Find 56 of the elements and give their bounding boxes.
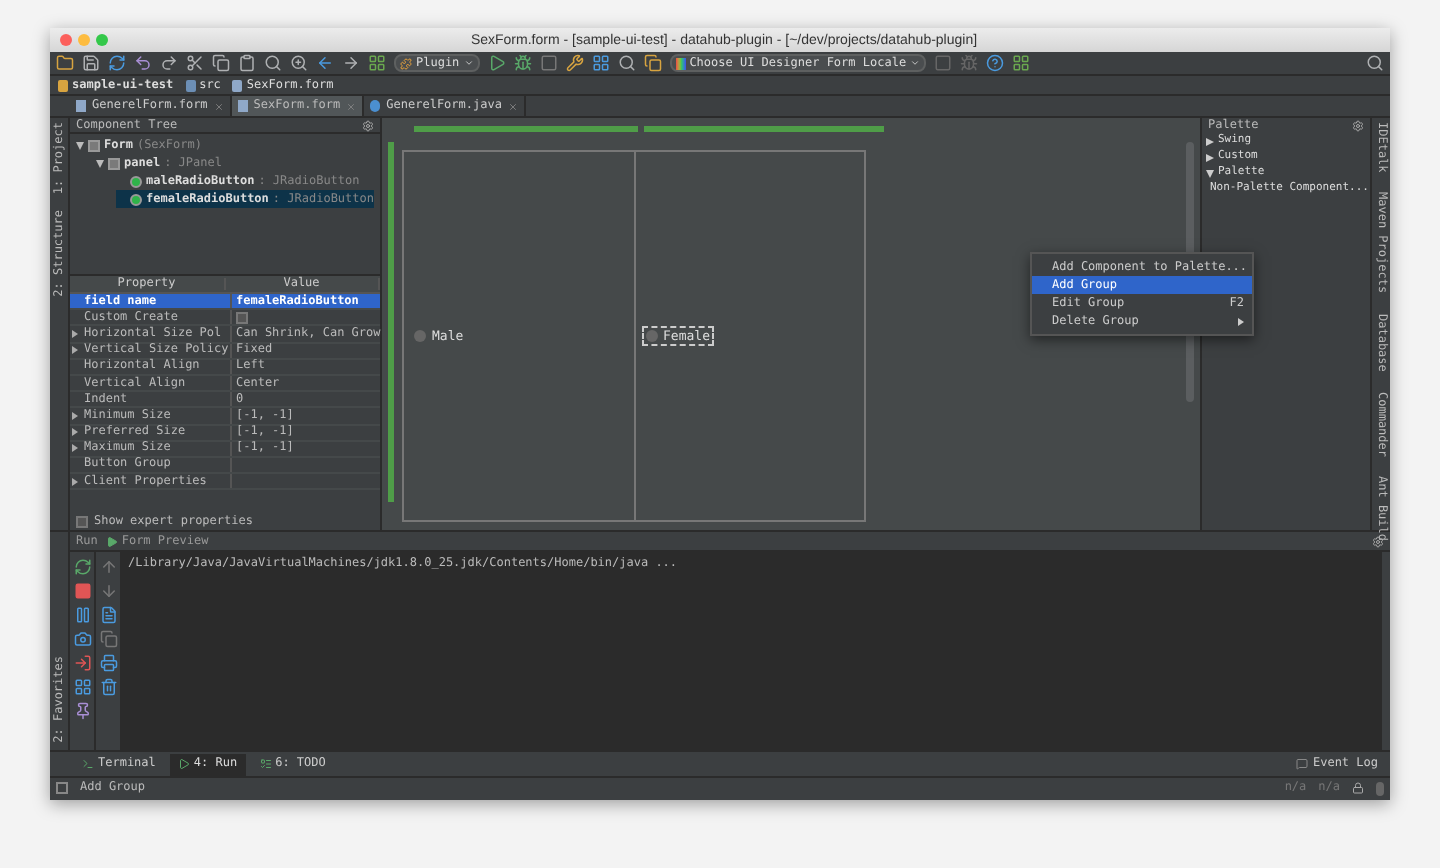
redo-icon[interactable] <box>160 54 178 72</box>
expert-checkbox[interactable] <box>76 515 88 527</box>
run-icon[interactable] <box>487 54 506 72</box>
run-icon <box>177 758 190 770</box>
settings-icon[interactable] <box>1352 120 1364 132</box>
copy-icon[interactable] <box>212 54 230 72</box>
folder-icon[interactable] <box>56 54 74 72</box>
expand-triangle-icon[interactable] <box>72 411 78 420</box>
debug-icon[interactable] <box>513 54 532 72</box>
zoom-icon[interactable] <box>290 54 308 72</box>
forward-icon[interactable] <box>342 54 360 72</box>
wrench-icon[interactable] <box>565 54 584 72</box>
message-icon <box>1296 758 1309 770</box>
caret-icon <box>910 58 921 68</box>
structure-icon[interactable] <box>1012 54 1031 72</box>
stop-icon[interactable] <box>539 54 558 72</box>
settings-icon[interactable] <box>362 119 374 131</box>
save-icon[interactable] <box>82 54 100 72</box>
file-icon <box>370 100 381 112</box>
lock-icon[interactable] <box>1352 782 1364 794</box>
refresh-icon[interactable] <box>108 54 126 72</box>
exit-icon[interactable] <box>73 654 91 672</box>
caret-icon <box>463 58 474 68</box>
down-arrow-icon[interactable] <box>99 582 117 600</box>
expand-triangle-icon[interactable] <box>72 477 78 486</box>
run-icon <box>105 535 118 547</box>
terminal-icon <box>82 758 94 770</box>
structure-icon[interactable] <box>591 54 610 72</box>
pause-icon[interactable] <box>73 606 91 624</box>
rerun-icon[interactable] <box>73 558 91 576</box>
property-checkbox[interactable] <box>236 311 248 324</box>
locale-icon <box>675 57 686 69</box>
close-window-button[interactable] <box>60 34 72 46</box>
print-icon[interactable] <box>99 654 117 672</box>
expand-triangle-icon[interactable] <box>72 346 78 355</box>
undo-icon[interactable] <box>134 54 152 72</box>
up-arrow-icon[interactable] <box>99 558 117 576</box>
search-icon[interactable] <box>264 54 282 72</box>
expand-triangle-icon[interactable] <box>72 428 78 437</box>
expand-triangle-icon[interactable] <box>72 329 78 338</box>
pin-icon[interactable] <box>73 702 91 720</box>
expand-triangle-icon[interactable] <box>1206 170 1214 178</box>
trash-icon[interactable] <box>99 678 117 696</box>
back-icon[interactable] <box>316 54 334 72</box>
cut-icon[interactable] <box>186 54 204 72</box>
help-icon[interactable] <box>986 54 1005 72</box>
stop-icon[interactable] <box>73 582 91 600</box>
plugin-icon <box>400 57 412 69</box>
expand-triangle-icon[interactable] <box>1206 154 1214 162</box>
file-icon <box>185 79 196 91</box>
expand-triangle-icon[interactable] <box>72 444 78 453</box>
expand-triangle-icon[interactable] <box>1206 138 1214 146</box>
search-icon[interactable] <box>1366 54 1384 72</box>
camera-icon[interactable] <box>73 630 91 648</box>
todo-icon <box>259 758 272 770</box>
paste-icon[interactable] <box>238 54 256 72</box>
